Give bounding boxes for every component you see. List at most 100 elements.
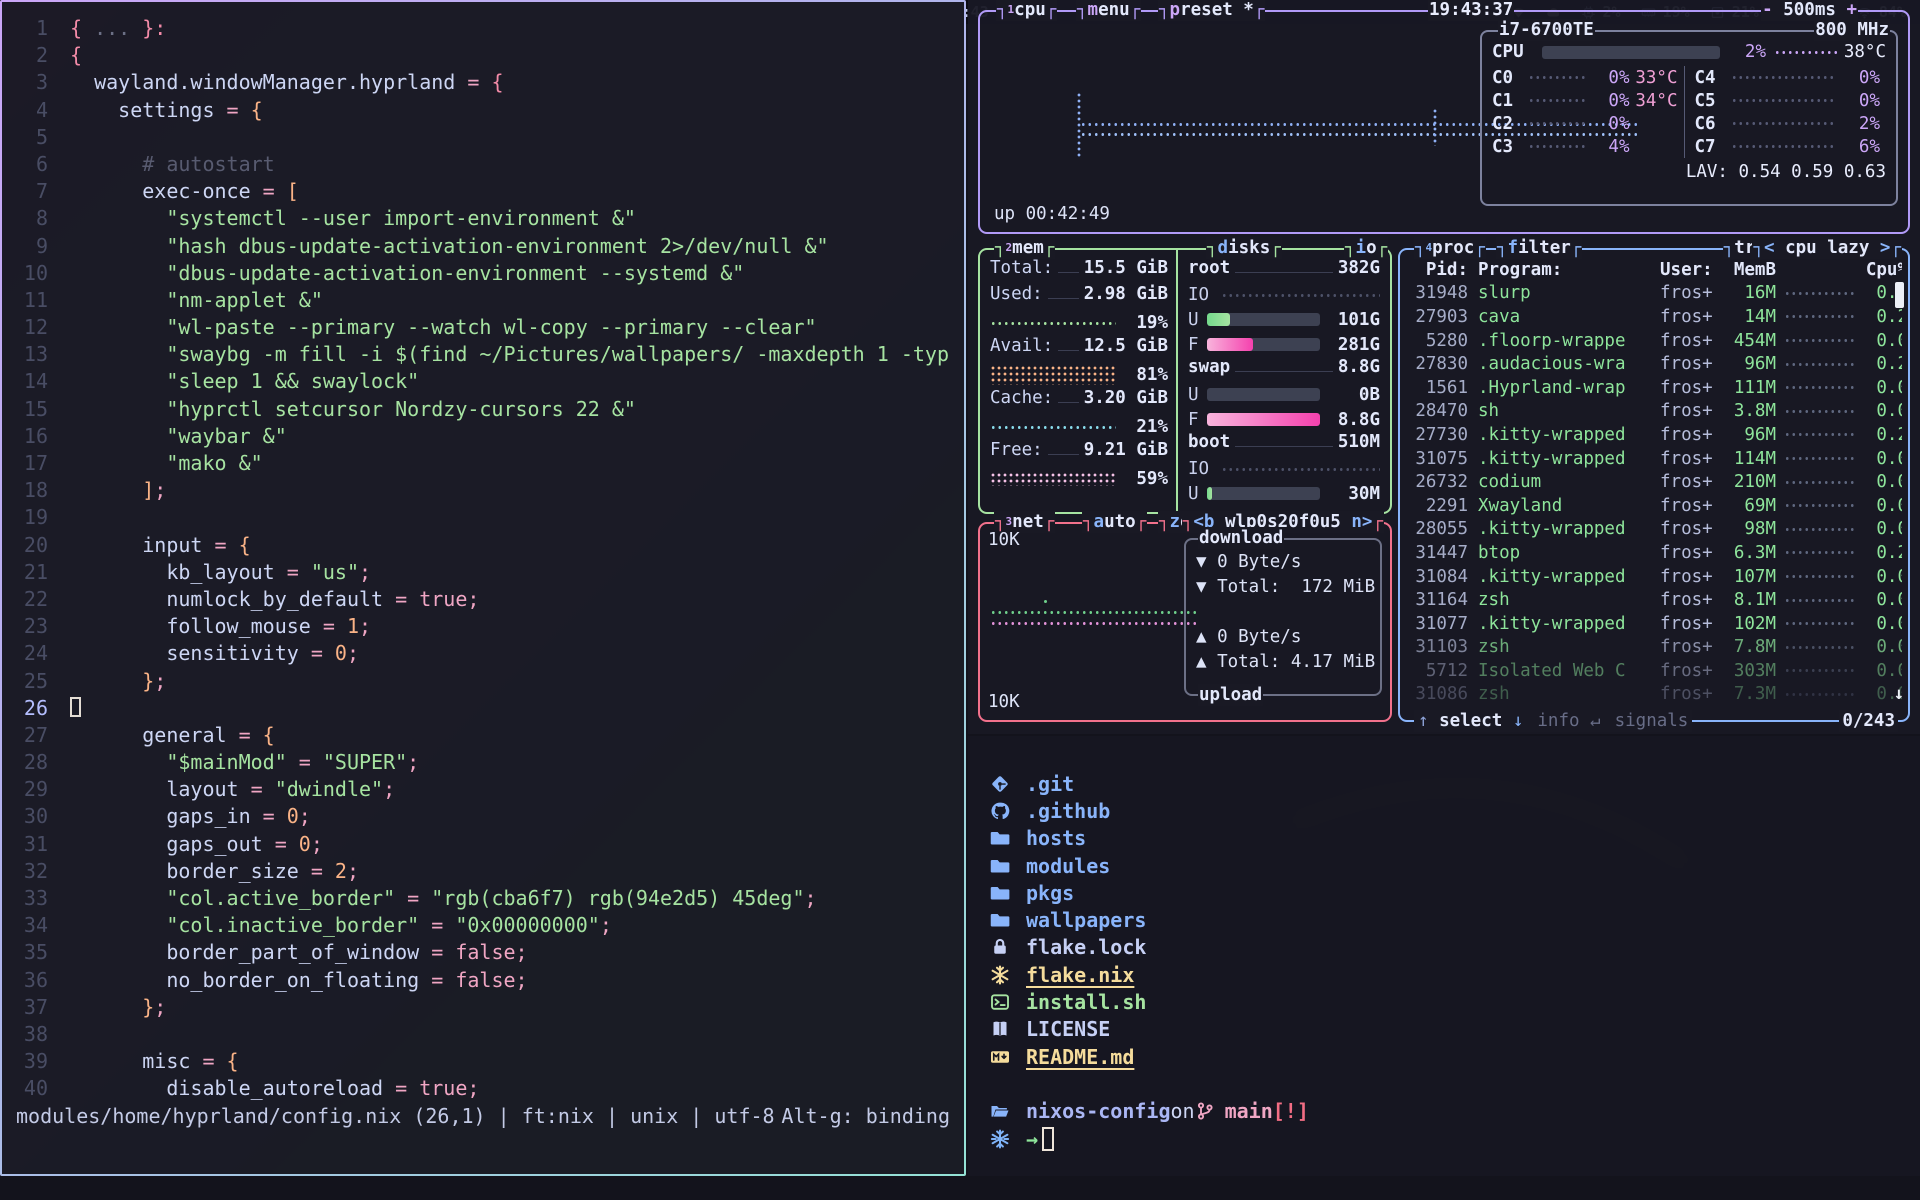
proc-row[interactable]: 27903cavafros+14M0.2 <box>1406 305 1902 329</box>
editor-line[interactable]: 9 "hash dbus-update-activation-environme… <box>2 233 964 260</box>
editor-line[interactable]: 16 "waybar &" <box>2 423 964 450</box>
proc-row[interactable]: 28470shfros+3.8M0.0 <box>1406 400 1902 424</box>
editor-line[interactable]: 39 misc = { <box>2 1048 964 1075</box>
core-row: C34% <box>1492 135 1678 158</box>
interval-plus-button[interactable]: + <box>1836 0 1857 21</box>
editor-line[interactable]: 23 follow_mouse = 1; <box>2 613 964 640</box>
proc-scrollbar[interactable] <box>1895 282 1904 308</box>
proc-row[interactable]: 28055.kitty-wrappedfros+98M0.0 <box>1406 518 1902 542</box>
editor-line[interactable]: 32 border_size = 2; <box>2 858 964 885</box>
editor-line[interactable]: 21 kb_layout = "us"; <box>2 559 964 586</box>
editor-line[interactable]: 10 "dbus-update-activation-environment -… <box>2 260 964 287</box>
disk-bar <box>1207 338 1320 351</box>
editor-line[interactable]: 25 }; <box>2 668 964 695</box>
editor-line[interactable]: 40 disable_autoreload = true; <box>2 1075 964 1102</box>
proc-sort-selector[interactable]: ┐< cpu lazy >┌ <box>1752 237 1902 259</box>
disks-io-label[interactable]: ┐io┌ <box>1344 237 1388 259</box>
proc-row[interactable]: 2291Xwaylandfros+69M0.0 <box>1406 494 1902 518</box>
proc-row[interactable]: 1561.Hyprland-wrapfros+111M0.0 <box>1406 376 1902 400</box>
update-interval: - 500ms + <box>1761 0 1858 21</box>
proc-scroll-down[interactable]: ↓ <box>1893 684 1904 704</box>
editor-line[interactable]: 28 "$mainMod" = "SUPER"; <box>2 749 964 776</box>
proc-row[interactable]: 26732codiumfros+210M0.0 <box>1406 470 1902 494</box>
core-row: C50% <box>1695 89 1881 112</box>
proc-header-cpu[interactable]: Cpu% <box>1862 260 1902 280</box>
editor-line[interactable]: 3 wayland.windowManager.hyprland = { <box>2 69 964 96</box>
proc-row[interactable]: 31447btopfros+6.3M0.2 <box>1406 541 1902 565</box>
editor-line[interactable]: 7 exec-once = [ <box>2 178 964 205</box>
editor-line[interactable]: 30 gaps_in = 0; <box>2 803 964 830</box>
proc-header-user[interactable]: User: <box>1660 260 1724 280</box>
cpu-box: ┐1cpu┌┐menu┌┐preset *┌19:43:37- 500ms +i… <box>978 10 1910 234</box>
net-auto-button[interactable]: ┐auto┌ <box>1082 511 1147 533</box>
editor-line[interactable]: 29 layout = "dwindle"; <box>2 776 964 803</box>
editor-cursor[interactable] <box>70 697 81 717</box>
editor-line[interactable]: 14 "sleep 1 && swaylock" <box>2 368 964 395</box>
proc-row[interactable]: 31075.kitty-wrappedfros+114M0.0 <box>1406 447 1902 471</box>
proc-row[interactable]: 27730.kitty-wrappedfros+96M0.2 <box>1406 423 1902 447</box>
editor-line[interactable]: 15 "hyprctl setcursor Nordzy-cursors 22 … <box>2 396 964 423</box>
shell-input-line[interactable]: → <box>990 1125 1920 1152</box>
editor-line[interactable]: 20 input = { <box>2 532 964 559</box>
mem-box-label[interactable]: ┐2mem┌ <box>994 237 1055 259</box>
editor-line[interactable]: 34 "col.inactive_border" = "0x00000000"; <box>2 912 964 939</box>
proc-program: .Hyprland-wrap <box>1478 378 1660 398</box>
proc-user: fros+ <box>1660 401 1724 421</box>
editor-surface[interactable]: 1{ ... }:2{3 wayland.windowManager.hyprl… <box>2 2 964 1174</box>
editor-line[interactable]: 6 # autostart <box>2 151 964 178</box>
editor-line[interactable]: 27 general = { <box>2 722 964 749</box>
proc-row[interactable]: 31103zshfros+7.8M0.0 <box>1406 636 1902 660</box>
editor-line[interactable]: 11 "nm-applet &" <box>2 287 964 314</box>
core-temp: 34°C <box>1630 91 1678 111</box>
editor-line[interactable]: 33 "col.active_border" = "rgb(cba6f7) rg… <box>2 885 964 912</box>
select-button[interactable]: ↑ select ↓ <box>1418 710 1523 732</box>
proc-pid: 31164 <box>1406 590 1468 610</box>
editor-line[interactable]: 35 border_part_of_window = false; <box>2 939 964 966</box>
editor-line[interactable]: 38 <box>2 1021 964 1048</box>
editor-line[interactable]: 24 sensitivity = 0; <box>2 640 964 667</box>
interval-minus-button[interactable]: - <box>1762 0 1783 21</box>
proc-box-label[interactable]: ┐4proc┌ <box>1414 237 1486 259</box>
proc-row[interactable]: 31164zshfros+8.1M0.0 <box>1406 588 1902 612</box>
editor-line[interactable]: 17 "mako &" <box>2 450 964 477</box>
editor-line[interactable]: 18 ]; <box>2 477 964 504</box>
editor-code-area[interactable]: 1{ ... }:2{3 wayland.windowManager.hyprl… <box>2 15 964 1103</box>
info-button[interactable]: info ↵ <box>1537 710 1600 732</box>
core-meter <box>1731 120 1837 128</box>
editor-line[interactable]: 19 <box>2 504 964 531</box>
editor-line[interactable]: 8 "systemctl --user import-environment &… <box>2 205 964 232</box>
editor-line[interactable]: 26 <box>2 695 964 722</box>
terminal-window[interactable]: .git.githubhostsmodulespkgswallpapersfla… <box>968 736 1920 1176</box>
editor-line[interactable]: 1{ ... }: <box>2 15 964 42</box>
editor-line[interactable]: 13 "swaybg -m fill -i $(find ~/Pictures/… <box>2 341 964 368</box>
proc-header-program[interactable]: Program: <box>1478 260 1660 280</box>
line-number: 6 <box>2 151 48 178</box>
proc-graph <box>1784 549 1854 557</box>
proc-header-mem[interactable]: MemB <box>1724 260 1776 280</box>
editor-line[interactable]: 36 no_border_on_floating = false; <box>2 967 964 994</box>
signals-button[interactable]: signals <box>1615 710 1689 732</box>
proc-row[interactable]: 31077.kitty-wrappedfros+102M0.0 <box>1406 612 1902 636</box>
proc-pid: 26732 <box>1406 472 1468 492</box>
editor-line[interactable]: 22 numlock_by_default = true; <box>2 586 964 613</box>
editor-line[interactable]: 12 "wl-paste --primary --watch wl-copy -… <box>2 314 964 341</box>
shell-prompt: nixos-config on main [!] <box>990 1098 1920 1125</box>
preset-button[interactable]: ┐preset *┌ <box>1158 0 1265 21</box>
editor-line[interactable]: 37 }; <box>2 994 964 1021</box>
editor-line[interactable]: 2{ <box>2 42 964 69</box>
editor-line[interactable]: 5 <box>2 124 964 151</box>
proc-row[interactable]: 31084.kitty-wrappedfros+107M0.0 <box>1406 565 1902 589</box>
proc-row[interactable]: 5280.floorp-wrappefros+454M0.0 <box>1406 329 1902 353</box>
menu-button[interactable]: ┐menu┌ <box>1076 0 1141 21</box>
proc-row[interactable]: 27830.audacious-wrafros+96M0.2 <box>1406 352 1902 376</box>
editor-line[interactable]: 31 gaps_out = 0; <box>2 831 964 858</box>
proc-row[interactable]: 5712Isolated Web Cfros+303M0.0 <box>1406 659 1902 683</box>
editor-line[interactable]: 4 settings = { <box>2 97 964 124</box>
proc-row[interactable]: 31948slurpfros+16M0.0 <box>1406 282 1902 306</box>
cpu-box-label[interactable]: ┐1cpu┌ <box>996 0 1057 21</box>
proc-user: fros+ <box>1660 331 1724 351</box>
proc-row[interactable]: 31086zshfros+7.3M0.0 <box>1406 683 1902 706</box>
proc-filter-button[interactable]: ┐filter┌ <box>1496 237 1582 259</box>
proc-header-pid[interactable]: Pid: <box>1406 260 1468 280</box>
terminal-cursor[interactable] <box>1042 1127 1054 1151</box>
